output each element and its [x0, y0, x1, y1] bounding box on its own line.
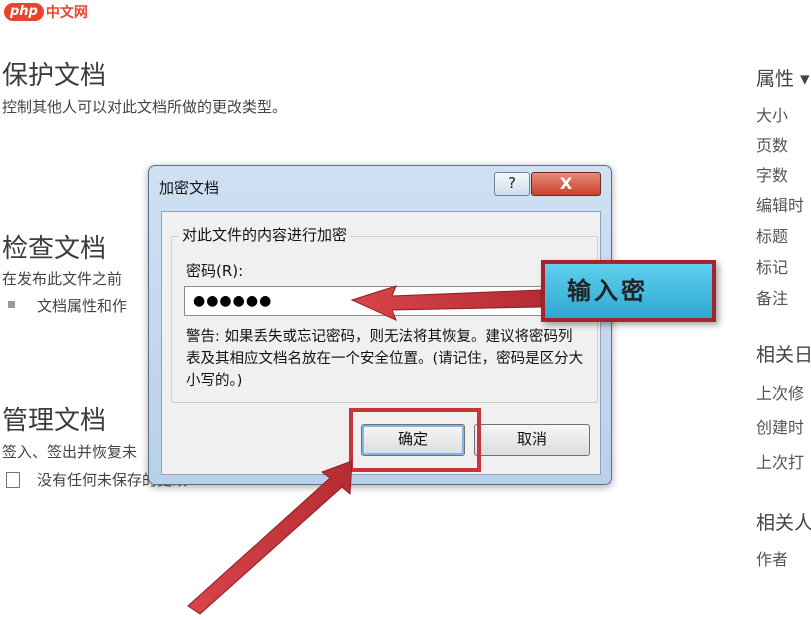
arrow-to-password-icon	[350, 285, 542, 321]
arrow-to-ok-icon	[187, 460, 353, 615]
annotation-arrows	[187, 285, 542, 615]
